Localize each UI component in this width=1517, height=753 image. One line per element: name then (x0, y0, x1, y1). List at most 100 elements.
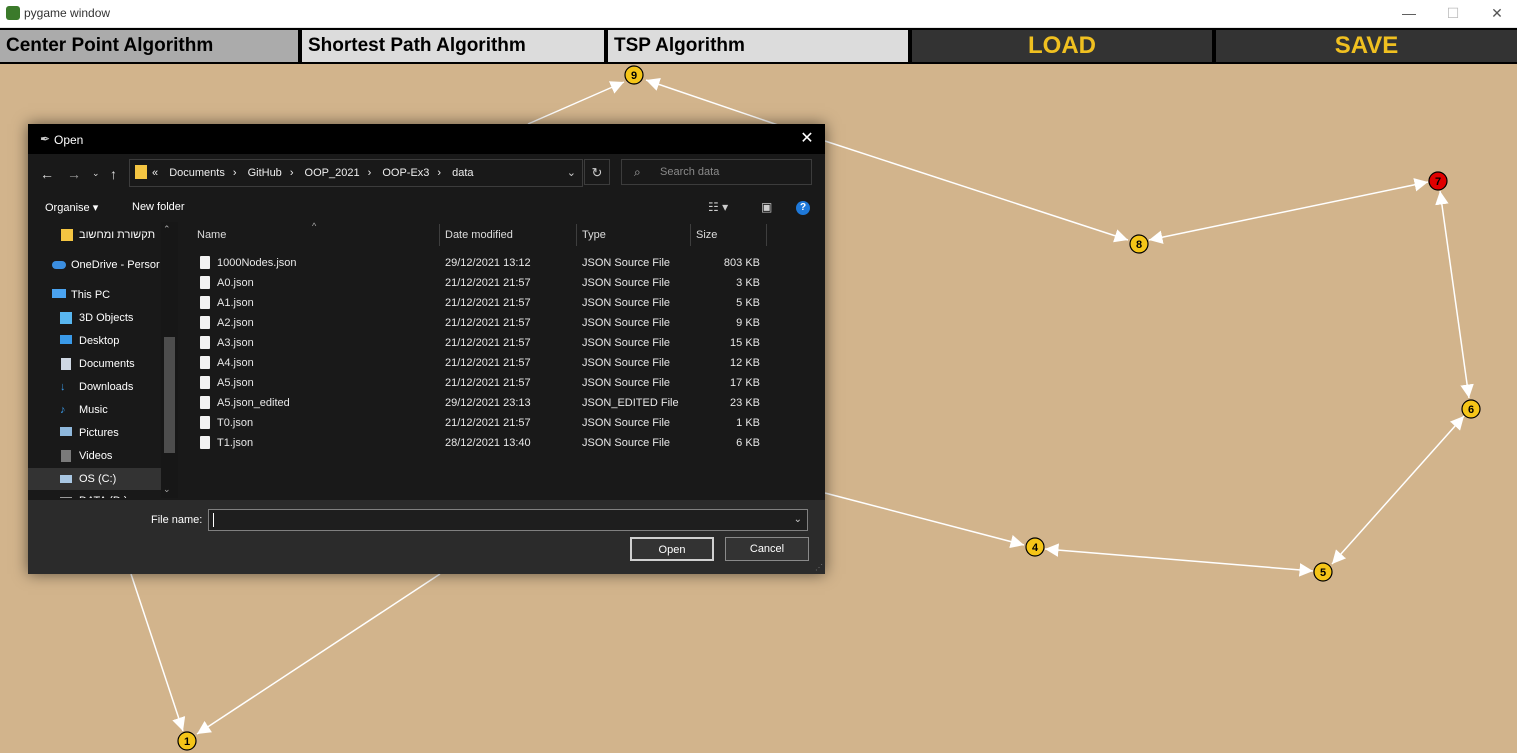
dialog-close-icon[interactable]: ✕ (797, 129, 817, 149)
file-name-input[interactable]: ⌄ (208, 509, 808, 531)
nav-item-pictures[interactable]: Pictures (28, 422, 178, 444)
file-name-dropdown-icon[interactable]: ⌄ (794, 514, 802, 525)
graph-node-label: 5 (1320, 567, 1326, 579)
file-name: T1.json (217, 437, 254, 449)
file-row[interactable]: 1000Nodes.json 29/12/2021 13:12 JSON Sou… (188, 253, 825, 273)
column-divider[interactable] (576, 224, 577, 246)
nav-item-os-c[interactable]: OS (C:) (28, 468, 178, 490)
file-type: JSON Source File (582, 437, 671, 449)
nav-item-desktop[interactable]: Desktop (28, 330, 178, 352)
breadcrumb-data[interactable]: data (452, 167, 473, 179)
cloud-icon (52, 261, 66, 269)
open-button[interactable]: Open (630, 537, 714, 561)
nav-item-folder[interactable]: תקשורת ומחשוב (28, 224, 178, 246)
drive-icon (60, 475, 72, 483)
file-type: JSON Source File (582, 297, 671, 309)
new-folder-button[interactable]: New folder (132, 201, 185, 213)
column-header-date[interactable]: Date modified (445, 222, 513, 246)
file-row[interactable]: A4.json 21/12/2021 21:57 JSON Source Fil… (188, 353, 825, 373)
breadcrumb-oop-ex3[interactable]: OOP-Ex3 (382, 167, 429, 179)
view-options-icon[interactable]: ☷ ▾ (708, 200, 728, 214)
preview-pane-icon[interactable]: ▣ (761, 200, 772, 214)
chevron-right-icon: › (232, 167, 237, 179)
file-icon (200, 356, 210, 369)
dialog-navbar: ← → ⌄ ↑ « Documents › GitHub › OOP_2021 › O… (28, 154, 825, 194)
back-arrow-icon[interactable]: ← (40, 166, 54, 182)
nav-item-documents[interactable]: Documents (28, 353, 178, 375)
scroll-up-icon[interactable]: ⌃ (163, 224, 171, 235)
nav-item-label: Pictures (79, 427, 119, 439)
breadcrumb-oop-2021[interactable]: OOP_2021 (305, 167, 360, 179)
nav-scrollbar[interactable]: ⌃ ⌄ (161, 222, 178, 498)
column-header-name[interactable]: Name (197, 222, 226, 246)
file-row[interactable]: T1.json 28/12/2021 13:40 JSON Source Fil… (188, 433, 825, 453)
resize-grip-icon[interactable]: ⋰ (815, 563, 823, 572)
open-file-dialog: ✒ Open ✕ ← → ⌄ ↑ « Documents › GitHub › OO… (28, 124, 825, 574)
nav-item-onedrive[interactable]: OneDrive - Persor (28, 254, 178, 276)
nav-item-3d-objects[interactable]: 3D Objects (28, 307, 178, 329)
up-arrow-icon[interactable]: ↑ (110, 166, 117, 182)
graph-edge (1331, 415, 1465, 565)
breadcrumb-documents[interactable]: Documents (169, 167, 225, 179)
search-input[interactable]: ⌕ Search data (621, 159, 812, 185)
cancel-button[interactable]: Cancel (725, 537, 809, 561)
refresh-icon[interactable]: ↻ (584, 159, 610, 185)
file-date: 21/12/2021 21:57 (445, 277, 531, 289)
graph-edge (196, 573, 441, 735)
file-icon (200, 316, 210, 329)
breadcrumb-overflow-icon[interactable]: « (152, 167, 158, 179)
file-row[interactable]: A5.json_edited 29/12/2021 23:13 JSON_EDI… (188, 393, 825, 413)
graph-edge (824, 492, 1025, 549)
file-icon (200, 296, 210, 309)
breadcrumb-github[interactable]: GitHub (248, 167, 282, 179)
file-name: A4.json (217, 357, 254, 369)
file-date: 21/12/2021 21:57 (445, 297, 531, 309)
graph-node[interactable]: 6 (1461, 399, 1481, 419)
file-name: A3.json (217, 337, 254, 349)
scroll-down-icon[interactable]: ⌄ (163, 484, 171, 495)
graph-node[interactable]: 9 (624, 65, 644, 85)
graph-node[interactable]: 7 (1428, 171, 1448, 191)
graph-node[interactable]: 1 (177, 731, 197, 751)
file-row[interactable]: A2.json 21/12/2021 21:57 JSON Source Fil… (188, 313, 825, 333)
file-row[interactable]: A3.json 21/12/2021 21:57 JSON Source Fil… (188, 333, 825, 353)
file-size: 5 KB (736, 297, 760, 309)
file-row[interactable]: A0.json 21/12/2021 21:57 JSON Source Fil… (188, 273, 825, 293)
nav-item-videos[interactable]: Videos (28, 445, 178, 467)
file-row[interactable]: A5.json 21/12/2021 21:57 JSON Source Fil… (188, 373, 825, 393)
column-header-type[interactable]: Type (582, 222, 606, 246)
music-icon: ♪ (60, 404, 66, 416)
nav-item-downloads[interactable]: ↓ Downloads (28, 376, 178, 398)
nav-item-label: DATA (D:) (79, 490, 127, 498)
graph-node[interactable]: 4 (1025, 537, 1045, 557)
file-icon (200, 416, 210, 429)
nav-item-this-pc[interactable]: This PC (28, 284, 178, 306)
help-icon[interactable]: ? (796, 201, 810, 215)
forward-arrow-icon[interactable]: → (67, 166, 81, 182)
column-divider[interactable] (766, 224, 767, 246)
graph-node-label: 7 (1435, 176, 1441, 188)
graph-node-label: 9 (631, 70, 637, 82)
organise-menu[interactable]: Organise ▾ (45, 201, 98, 214)
file-row[interactable]: A1.json 21/12/2021 21:57 JSON Source Fil… (188, 293, 825, 313)
column-divider[interactable] (690, 224, 691, 246)
search-placeholder: Search data (660, 166, 720, 178)
file-date: 21/12/2021 21:57 (445, 317, 531, 329)
graph-edge (824, 140, 1129, 243)
graph-node[interactable]: 8 (1129, 234, 1149, 254)
address-bar[interactable]: « Documents › GitHub › OOP_2021 › OOP-Ex3 › … (129, 159, 583, 187)
breadcrumb: « Documents › GitHub › OOP_2021 › OOP-Ex3 › … (152, 167, 482, 179)
file-size: 12 KB (730, 357, 760, 369)
graph-node[interactable]: 5 (1313, 562, 1333, 582)
scroll-thumb[interactable] (164, 337, 175, 453)
recent-locations-chevron-icon[interactable]: ⌄ (92, 168, 100, 179)
address-dropdown-icon[interactable]: ⌄ (567, 166, 576, 179)
video-icon (61, 450, 71, 462)
navigation-pane: תקשורת ומחשוב OneDrive - Persor This PC … (28, 222, 178, 498)
file-icon (200, 396, 210, 409)
file-row[interactable]: T0.json 21/12/2021 21:57 JSON Source Fil… (188, 413, 825, 433)
column-divider[interactable] (439, 224, 440, 246)
column-header-size[interactable]: Size (696, 222, 717, 246)
nav-item-music[interactable]: ♪ Music (28, 399, 178, 421)
nav-item-data-d[interactable]: DATA (D:) (28, 490, 178, 498)
